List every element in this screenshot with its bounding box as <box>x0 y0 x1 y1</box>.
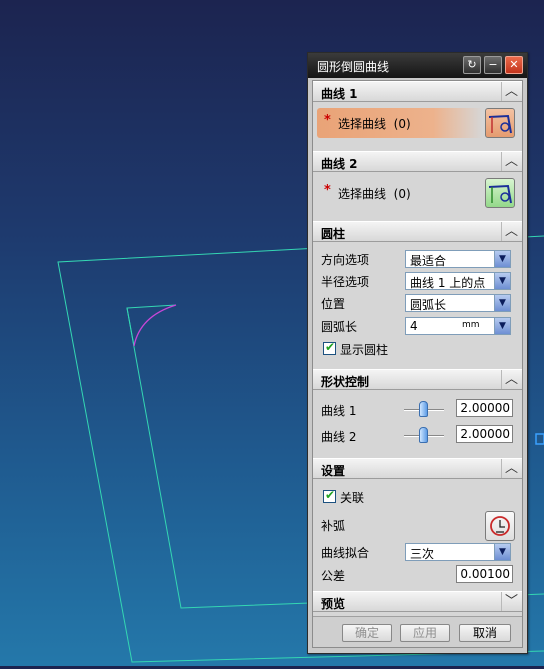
checkmark-icon: ✔ <box>325 488 336 502</box>
arc-length-input[interactable]: 4 mm ▼ <box>405 317 511 335</box>
up-chevron-icon[interactable]: ︿ <box>501 370 521 389</box>
arc-length-unit: mm <box>462 320 480 330</box>
shape-curve1-label: 曲线 1 <box>321 404 357 418</box>
ok-button[interactable]: 确定 <box>342 624 392 642</box>
cancel-button[interactable]: 取消 <box>459 624 511 642</box>
section-curve1-title: 曲线 1 <box>321 87 358 101</box>
dialog-title: 圆形倒圆曲线 <box>317 60 390 74</box>
complement-arc-icon <box>490 516 510 536</box>
curve2-select-row[interactable]: * 选择曲线 (0) <box>317 178 483 208</box>
section-settings-header[interactable]: 设置 ︿ <box>313 458 522 479</box>
section-preview-title: 预览 <box>321 597 346 611</box>
arc-edge-cyan <box>126 307 135 347</box>
fillet-arc <box>133 304 177 347</box>
position-combo[interactable]: 圆弧长 ▼ <box>405 294 511 312</box>
curve2-select-label: 选择曲线 (0) <box>338 187 411 201</box>
up-chevron-icon[interactable]: ︿ <box>501 152 521 171</box>
arc-length-value: 4 <box>410 319 418 333</box>
section-cylinder-header[interactable]: 圆柱 ︿ <box>313 221 522 242</box>
section-preview-header[interactable]: 预览 ﹀ <box>313 591 522 612</box>
show-cylinder-checkbox[interactable]: ✔ <box>323 340 336 355</box>
curve2-select-curve-icon[interactable] <box>485 178 515 208</box>
position-value: 圆弧长 <box>410 298 447 312</box>
direction-option-combo[interactable]: 最适合 ▼ <box>405 250 511 268</box>
section-settings-title: 设置 <box>321 464 346 478</box>
curve-fit-label: 曲线拟合 <box>321 546 370 560</box>
position-label: 位置 <box>321 297 346 311</box>
down-arrow-icon[interactable]: ▼ <box>494 295 510 311</box>
associative-label: 关联 <box>340 491 365 505</box>
required-mark: * <box>324 113 331 128</box>
section-curve1-header[interactable]: 曲线 1 ︿ <box>313 81 522 102</box>
down-arrow-icon[interactable]: ▼ <box>494 273 510 289</box>
complement-arc-button[interactable] <box>485 511 515 541</box>
section-curve2-header[interactable]: 曲线 2 ︿ <box>313 151 522 172</box>
complement-arc-label: 补弧 <box>321 519 346 533</box>
direction-option-label: 方向选项 <box>321 253 370 267</box>
apply-button[interactable]: 应用 <box>400 624 450 642</box>
section-cylinder-title: 圆柱 <box>321 227 346 241</box>
dialog-body: 曲线 1 ︿ * 选择曲线 (0) 曲线 2 ︿ * 选择曲线 (0) 圆柱 ︿… <box>312 80 523 648</box>
tolerance-value[interactable]: 0.00100 <box>456 565 513 583</box>
tolerance-label: 公差 <box>321 569 346 583</box>
section-shape-control-title: 形状控制 <box>321 375 370 389</box>
select-curve-icon <box>488 184 512 204</box>
close-icon[interactable]: ✕ <box>505 56 523 74</box>
curve1-select-label: 选择曲线 (0) <box>338 117 411 131</box>
fillet-curve-dialog: 圆形倒圆曲线 ↻ − ✕ 曲线 1 ︿ * 选择曲线 (0) 曲线 2 ︿ * <box>307 52 528 654</box>
checkmark-icon: ✔ <box>325 340 336 354</box>
shape-curve1-slider-thumb[interactable] <box>419 401 428 417</box>
dialog-footer: 确定 应用 取消 <box>313 616 522 647</box>
down-arrow-icon[interactable]: ▼ <box>494 251 510 267</box>
radius-option-combo[interactable]: 曲线 1 上的点 ▼ <box>405 272 511 290</box>
direction-option-value: 最适合 <box>410 254 447 268</box>
required-mark: * <box>324 183 331 198</box>
section-shape-control-header[interactable]: 形状控制 ︿ <box>313 369 522 390</box>
associative-checkbox[interactable]: ✔ <box>323 488 336 503</box>
section-curve2-title: 曲线 2 <box>321 157 358 171</box>
curve-fit-combo[interactable]: 三次 ▼ <box>405 543 511 561</box>
handle-marker <box>535 433 544 445</box>
curve1-select-curve-icon[interactable] <box>485 108 515 138</box>
arc-length-label: 圆弧长 <box>321 320 358 334</box>
radius-option-label: 半径选项 <box>321 275 370 289</box>
select-curve-icon <box>488 114 512 134</box>
shape-curve1-value[interactable]: 2.00000 <box>456 399 513 417</box>
shape-curve2-label: 曲线 2 <box>321 430 357 444</box>
curve1-select-row[interactable]: * 选择曲线 (0) <box>317 108 483 138</box>
curve-fit-value: 三次 <box>410 547 435 561</box>
up-chevron-icon[interactable]: ︿ <box>501 82 521 101</box>
minimize-icon[interactable]: − <box>484 56 502 74</box>
up-chevron-icon[interactable]: ︿ <box>501 222 521 241</box>
up-chevron-icon[interactable]: ︿ <box>501 459 521 478</box>
down-arrow-icon[interactable]: ▼ <box>494 318 510 334</box>
down-chevron-icon[interactable]: ﹀ <box>501 592 521 611</box>
down-arrow-icon[interactable]: ▼ <box>494 544 510 560</box>
shape-curve2-slider-thumb[interactable] <box>419 427 428 443</box>
reset-icon[interactable]: ↻ <box>463 56 481 74</box>
radius-option-value: 曲线 1 上的点 <box>410 276 486 290</box>
show-cylinder-label: 显示圆柱 <box>340 343 389 357</box>
dialog-titlebar[interactable]: 圆形倒圆曲线 ↻ − ✕ <box>308 53 527 78</box>
shape-curve2-value[interactable]: 2.00000 <box>456 425 513 443</box>
